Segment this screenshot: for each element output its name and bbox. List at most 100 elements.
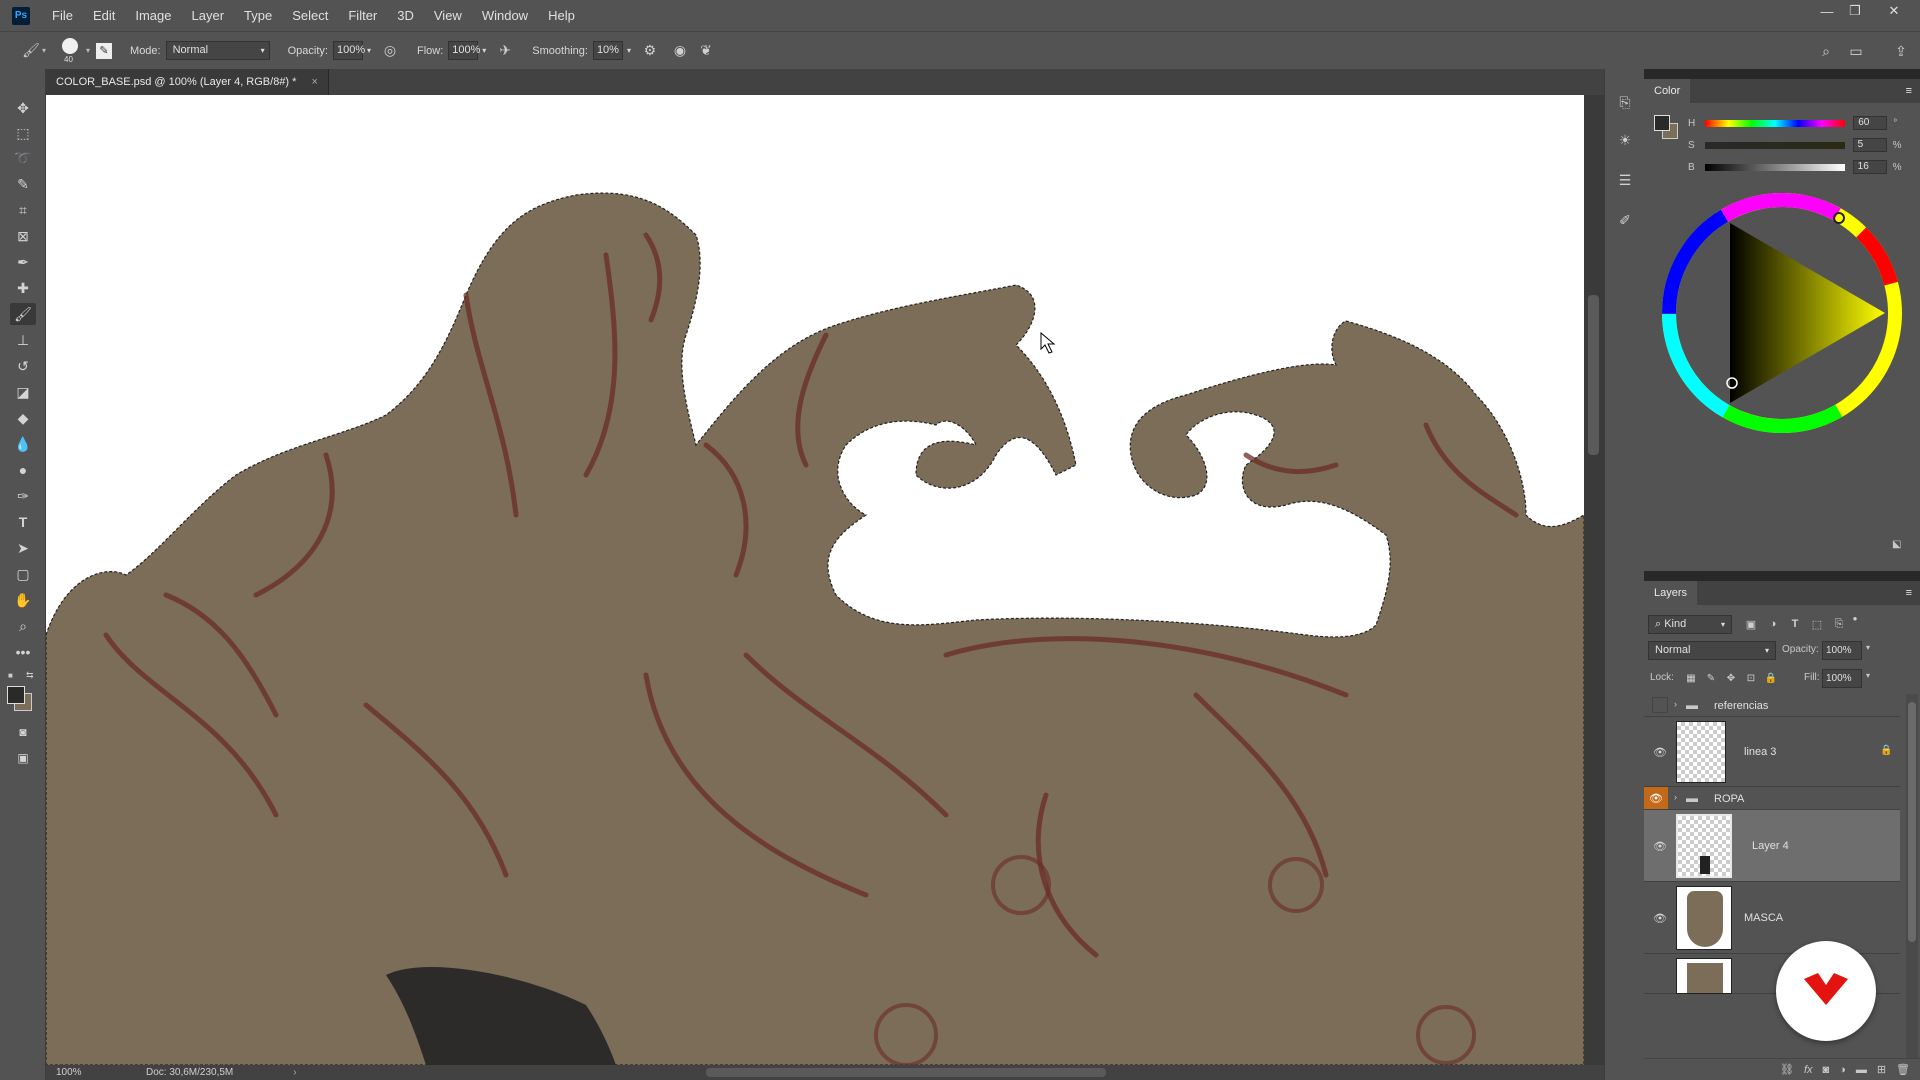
marquee-tool-icon[interactable]: ⬚ — [10, 122, 36, 144]
opacity-chevron-icon[interactable]: ▾ — [1866, 643, 1870, 652]
filter-kind-select[interactable]: ⌕ Kind ▾ — [1648, 615, 1732, 634]
layers-scroll-thumb[interactable] — [1908, 702, 1916, 942]
lasso-tool-icon[interactable]: ➰ — [10, 147, 36, 169]
filter-type-icon[interactable]: T — [1784, 613, 1806, 635]
filter-toggle-icon[interactable]: ● — [1844, 607, 1866, 629]
filter-shape-icon[interactable]: ⬚ — [1806, 613, 1828, 635]
trash-icon[interactable]: 🗑 — [1896, 1063, 1910, 1076]
smoothing-input[interactable]: 10% — [592, 41, 623, 60]
foreground-swatch[interactable] — [1654, 115, 1670, 131]
color-panel-title[interactable]: Color — [1644, 79, 1691, 103]
brightness-value[interactable]: 16 — [1852, 160, 1887, 174]
close-tab-icon[interactable]: × — [312, 76, 318, 88]
brush-tool-icon[interactable]: 🖌 — [10, 303, 36, 325]
flow-chevron-icon[interactable]: ▾ — [482, 46, 486, 55]
workspace-icon[interactable]: ▭ — [1845, 40, 1867, 62]
menu-image[interactable]: Image — [125, 0, 181, 31]
move-tool-icon[interactable]: ✥ — [10, 97, 36, 119]
menu-3d[interactable]: 3D — [387, 0, 424, 31]
lock-position-icon[interactable]: ✥ — [1720, 667, 1742, 689]
link-layers-icon[interactable]: ⛓ — [1780, 1063, 1794, 1076]
mode-select[interactable]: Normal ▾ — [165, 41, 270, 60]
fx-icon[interactable]: fx — [1804, 1064, 1813, 1076]
layer-row-referencias[interactable]: › ▬ referencias — [1644, 694, 1900, 717]
blur-tool-icon[interactable]: 💧 — [10, 433, 36, 455]
history-brush-tool-icon[interactable]: ↺ — [10, 355, 36, 377]
history-icon[interactable]: ⎘ — [1614, 91, 1636, 113]
pressure-opacity-icon[interactable]: ◎ — [379, 40, 401, 62]
menu-layer[interactable]: Layer — [182, 0, 235, 31]
layers-scrollbar[interactable] — [1906, 694, 1918, 1058]
brush-settings-icon[interactable]: ✐ — [1614, 209, 1636, 231]
foreground-color-swatch[interactable] — [7, 686, 25, 704]
paint-bucket-tool-icon[interactable]: ◆ — [10, 407, 36, 429]
saturation-track[interactable] — [1704, 141, 1845, 149]
filter-adjustment-icon[interactable]: ◑ — [1762, 613, 1784, 635]
brush-settings-panel-icon[interactable]: ✎ — [96, 42, 113, 59]
path-selection-tool-icon[interactable]: ➤ — [10, 537, 36, 559]
symmetry-icon[interactable]: ❦ — [695, 40, 717, 62]
screen-mode-icon[interactable]: ▣ — [10, 747, 36, 769]
eye-icon[interactable]: 👁 — [1652, 838, 1668, 854]
expand-chevron-icon[interactable]: › — [1674, 699, 1677, 709]
menu-type[interactable]: Type — [234, 0, 282, 31]
brush-tool-preset-icon[interactable]: 🖌 — [20, 40, 42, 62]
hue-track[interactable] — [1705, 119, 1846, 127]
menu-select[interactable]: Select — [282, 0, 338, 31]
status-menu-icon[interactable]: › — [293, 1067, 296, 1078]
layer-name[interactable]: referencias — [1714, 700, 1768, 712]
new-layer-icon[interactable]: ⊞ — [1877, 1063, 1886, 1076]
zoom-tool-icon[interactable]: ⌕ — [10, 615, 36, 637]
clone-stamp-tool-icon[interactable]: ⊥ — [10, 329, 36, 351]
eye-icon[interactable]: 👁 — [1652, 910, 1668, 926]
layers-menu-icon[interactable]: ≡ — [1906, 587, 1912, 599]
fill-input[interactable]: 100% — [1822, 669, 1862, 688]
panel-menu-icon[interactable]: ≡ — [1906, 85, 1912, 97]
menu-filter[interactable]: Filter — [338, 0, 387, 31]
expand-chevron-icon[interactable]: › — [1674, 792, 1677, 802]
quick-selection-tool-icon[interactable]: ✎ — [10, 173, 36, 195]
visibility-off-icon[interactable] — [1652, 697, 1668, 713]
menu-file[interactable]: File — [42, 0, 83, 31]
brightness-track[interactable] — [1704, 163, 1845, 171]
lock-artboard-icon[interactable]: ⊡ — [1740, 667, 1762, 689]
layer-opacity-input[interactable]: 100% — [1822, 641, 1862, 660]
hue-value[interactable]: 60 — [1853, 116, 1888, 130]
swap-colors-icon[interactable]: ⇆ — [26, 670, 34, 681]
vertical-scrollbar[interactable] — [1584, 95, 1604, 1065]
pressure-size-icon[interactable]: ◉ — [669, 40, 691, 62]
document-tab[interactable]: COLOR_BASE.psd @ 100% (Layer 4, RGB/8#) … — [46, 69, 329, 95]
scroll-thumb[interactable] — [1588, 295, 1599, 455]
healing-brush-tool-icon[interactable]: ✚ — [10, 277, 36, 299]
layer-name[interactable]: Layer 4 — [1752, 840, 1789, 852]
menu-edit[interactable]: Edit — [83, 0, 125, 31]
more-tools-icon[interactable]: ••• — [10, 641, 36, 663]
crop-tool-icon[interactable]: ⌗ — [10, 199, 36, 221]
canvas-area[interactable] — [46, 95, 1604, 1065]
layer-row-layer-4[interactable]: 👁 Layer 4 — [1644, 810, 1900, 882]
menu-view[interactable]: View — [424, 0, 472, 31]
layer-name[interactable]: linea 3 — [1744, 746, 1776, 758]
navigator-icon[interactable]: ☀ — [1614, 129, 1636, 151]
menu-help[interactable]: Help — [538, 0, 585, 31]
app-logo[interactable]: Ps — [12, 6, 30, 25]
airbrush-icon[interactable]: ✈ — [494, 40, 516, 62]
brush-size-chevron-icon[interactable]: ▾ — [86, 46, 90, 55]
document-canvas[interactable] — [46, 95, 1585, 1065]
color-wheel[interactable] — [1654, 185, 1910, 441]
lock-pixels-icon[interactable]: ✎ — [1700, 667, 1722, 689]
properties-icon[interactable]: ☰ — [1614, 169, 1636, 191]
type-tool-icon[interactable]: T — [10, 511, 36, 533]
opacity-input[interactable]: 100% — [332, 41, 365, 60]
new-group-icon[interactable]: ▬ — [1856, 1064, 1867, 1076]
saturation-value[interactable]: 5 — [1852, 138, 1887, 152]
brightness-slider-row[interactable]: B 16 % — [1688, 159, 1902, 175]
eye-icon[interactable]: 👁 — [1652, 744, 1668, 760]
eraser-tool-icon[interactable]: ◪ — [10, 381, 36, 403]
flow-input[interactable]: 100% — [448, 41, 480, 60]
smoothing-chevron-icon[interactable]: ▾ — [627, 46, 631, 55]
hue-slider-row[interactable]: H 60 ° — [1688, 115, 1897, 131]
layer-row-ropa[interactable]: 👁 › ▬ ROPA — [1644, 787, 1900, 810]
maximize-icon[interactable]: ❐ — [1841, 0, 1869, 22]
layer-name[interactable]: MASCA — [1744, 912, 1783, 924]
